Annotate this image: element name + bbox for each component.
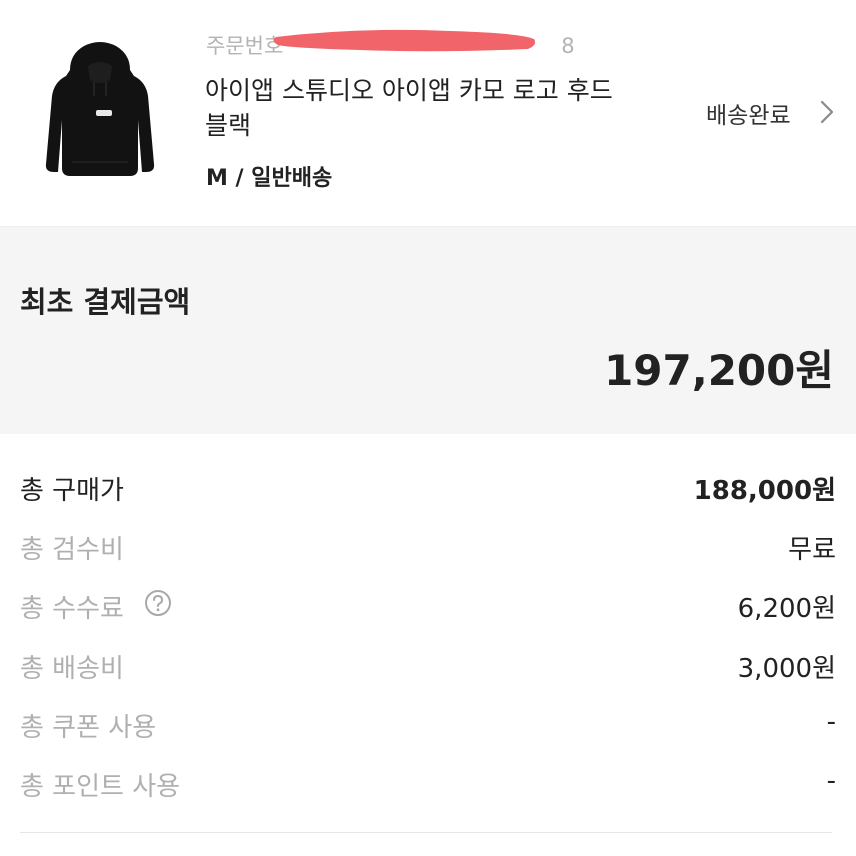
row-label: 총 배송비 bbox=[20, 654, 124, 684]
chevron-right-icon[interactable] bbox=[818, 99, 836, 125]
row-value: - bbox=[826, 707, 836, 737]
breakdown-row-points: 총 포인트 사용 - bbox=[20, 762, 836, 802]
row-value: 3,000원 bbox=[737, 654, 836, 684]
payment-breakdown: 총 구매가 188,000원 총 검수비 무료 총 수수료 6,200원 총 배… bbox=[0, 434, 856, 856]
breakdown-row-commission: 총 수수료 6,200원 bbox=[20, 584, 836, 624]
order-detail-screen: 주문번호 8 아이앱 스튜디오 아이앱 카모 로고 후드 블랙 M / 일반배송 … bbox=[0, 0, 856, 856]
row-label: 총 포인트 사용 bbox=[20, 772, 181, 802]
breakdown-row-shipping-fee: 총 배송비 3,000원 bbox=[20, 644, 836, 684]
breakdown-row-inspection-fee: 총 검수비 무료 bbox=[20, 525, 836, 565]
delivery-status[interactable]: 배송완료 bbox=[706, 96, 791, 130]
row-value: 6,200원 bbox=[737, 594, 836, 624]
order-item-row[interactable]: 주문번호 8 아이앱 스튜디오 아이앱 카모 로고 후드 블랙 M / 일반배송 … bbox=[0, 0, 856, 226]
row-value: 188,000원 bbox=[693, 476, 836, 506]
redaction-mark bbox=[273, 29, 536, 52]
breakdown-row-coupon: 총 쿠폰 사용 - bbox=[20, 703, 836, 743]
product-option: M / 일반배송 bbox=[206, 166, 333, 191]
payment-amount: 197,200원 bbox=[604, 346, 834, 395]
row-label: 총 쿠폰 사용 bbox=[20, 713, 157, 743]
black-hoodie-image bbox=[45, 42, 155, 176]
breakdown-row-purchase-price: 총 구매가 188,000원 bbox=[20, 466, 836, 506]
product-name: 아이앱 스튜디오 아이앱 카모 로고 후드 블랙 bbox=[205, 76, 613, 140]
row-label: 총 수수료 bbox=[20, 594, 124, 624]
initial-payment-summary: 최초 결제금액 197,200원 bbox=[0, 226, 856, 435]
row-value: - bbox=[826, 766, 836, 796]
row-value: 무료 bbox=[788, 535, 836, 565]
section-divider bbox=[20, 832, 832, 833]
question-circle-icon[interactable] bbox=[144, 589, 172, 617]
row-label: 총 검수비 bbox=[20, 535, 124, 565]
row-label: 총 구매가 bbox=[20, 476, 124, 506]
order-number-tail: 8 bbox=[561, 34, 575, 58]
payment-title: 최초 결제금액 bbox=[20, 285, 191, 319]
